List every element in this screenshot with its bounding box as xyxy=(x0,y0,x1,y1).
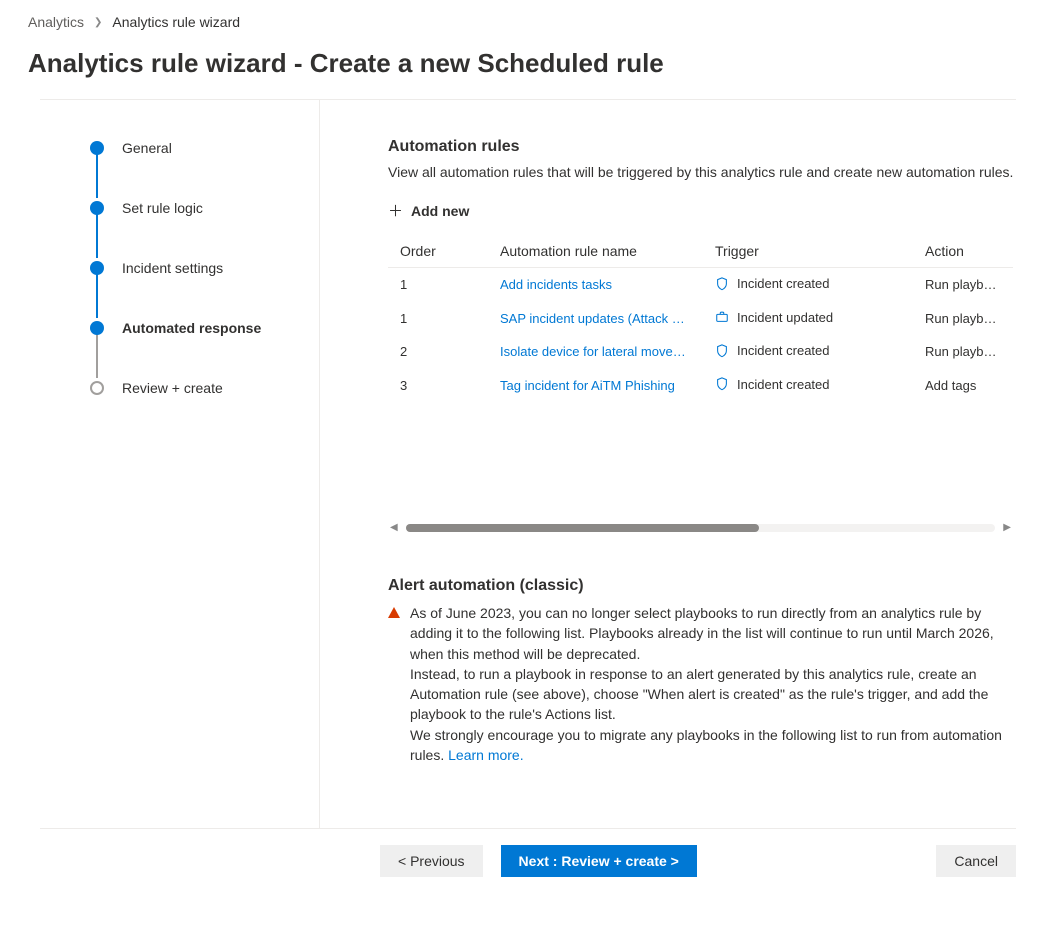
step-dot-icon xyxy=(90,261,104,275)
cell-trigger: Incident updated xyxy=(703,302,913,336)
table-row[interactable]: 1 SAP incident updates (Attack disruptio… xyxy=(388,302,1013,336)
cell-name-link[interactable]: Tag incident for AiTM Phishing xyxy=(488,369,703,403)
cell-name-link[interactable]: SAP incident updates (Attack disruption) xyxy=(488,302,703,336)
col-trigger[interactable]: Trigger xyxy=(703,235,913,268)
add-new-button[interactable]: ＋ Add new xyxy=(388,200,1016,221)
cell-name-link[interactable]: Add incidents tasks xyxy=(488,268,703,302)
previous-button[interactable]: < Previous xyxy=(380,845,483,877)
learn-more-link[interactable]: Learn more. xyxy=(448,747,523,763)
shield-icon xyxy=(715,277,729,291)
chevron-right-icon: ❯ xyxy=(94,17,102,28)
cell-action: Add tags xyxy=(913,369,1013,403)
warning-text: As of June 2023, you can no longer selec… xyxy=(410,603,1013,765)
scroll-left-icon[interactable]: ◀ xyxy=(388,522,400,533)
step-label: Automated response xyxy=(122,320,261,336)
step-dot-icon xyxy=(90,141,104,155)
content-wrap: General Set rule logic Incident settings… xyxy=(40,99,1016,829)
cell-order: 3 xyxy=(388,369,488,403)
step-set-rule-logic[interactable]: Set rule logic xyxy=(90,200,299,216)
automation-rules-table: Order Automation rule name Trigger Actio… xyxy=(388,235,1013,402)
cell-action: Run playbook xyxy=(913,302,1013,336)
step-label: Review + create xyxy=(122,380,223,396)
step-connector xyxy=(96,274,98,318)
table-row[interactable]: 3 Tag incident for AiTM Phishing Inciden… xyxy=(388,369,1013,403)
step-dot-icon xyxy=(90,201,104,215)
step-dot-icon xyxy=(90,381,104,395)
shield-icon xyxy=(715,344,729,358)
breadcrumb: Analytics ❯ Analytics rule wizard xyxy=(0,0,1056,40)
breadcrumb-current: Analytics rule wizard xyxy=(112,14,240,30)
col-action[interactable]: Action xyxy=(913,235,1013,268)
automation-rules-title: Automation rules xyxy=(388,138,1016,156)
cell-trigger: Incident created xyxy=(703,369,913,403)
alert-automation-title: Alert automation (classic) xyxy=(388,577,1013,595)
automation-rules-description: View all automation rules that will be t… xyxy=(388,164,1016,180)
cell-action: Run playbook xyxy=(913,268,1013,302)
warning-icon xyxy=(388,607,400,618)
step-connector xyxy=(96,214,98,258)
scroll-track[interactable] xyxy=(406,524,996,532)
col-order[interactable]: Order xyxy=(388,235,488,268)
cell-order: 1 xyxy=(388,302,488,336)
table-row[interactable]: 1 Add incidents tasks Incident created R… xyxy=(388,268,1013,302)
shield-icon xyxy=(715,377,729,391)
table-row[interactable]: 2 Isolate device for lateral movement ta… xyxy=(388,335,1013,369)
next-button[interactable]: Next : Review + create > xyxy=(501,845,697,877)
briefcase-icon xyxy=(715,310,729,324)
plus-icon: ＋ xyxy=(388,200,403,221)
scroll-thumb[interactable] xyxy=(406,524,760,532)
step-label: General xyxy=(122,140,172,156)
cell-order: 2 xyxy=(388,335,488,369)
main-panel: Automation rules View all automation rul… xyxy=(320,100,1016,828)
horizontal-scrollbar[interactable]: ◀ ▶ xyxy=(388,522,1013,533)
step-label: Set rule logic xyxy=(122,200,203,216)
scroll-right-icon[interactable]: ▶ xyxy=(1001,522,1013,533)
step-incident-settings[interactable]: Incident settings xyxy=(90,260,299,276)
step-connector xyxy=(96,154,98,198)
cancel-button[interactable]: Cancel xyxy=(936,845,1016,877)
cell-action: Run playbook xyxy=(913,335,1013,369)
cell-trigger: Incident created xyxy=(703,335,913,369)
col-name[interactable]: Automation rule name xyxy=(488,235,703,268)
cell-order: 1 xyxy=(388,268,488,302)
add-new-label: Add new xyxy=(411,203,469,219)
cell-name-link[interactable]: Isolate device for lateral movement tag xyxy=(488,335,703,369)
cell-trigger: Incident created xyxy=(703,268,913,302)
step-dot-icon xyxy=(90,321,104,335)
step-connector xyxy=(96,334,98,378)
wizard-stepper: General Set rule logic Incident settings… xyxy=(40,100,320,828)
step-label: Incident settings xyxy=(122,260,223,276)
wizard-footer: < Previous Next : Review + create > Canc… xyxy=(0,829,1056,893)
step-general[interactable]: General xyxy=(90,140,299,156)
step-automated-response[interactable]: Automated response xyxy=(90,320,299,336)
step-review-create[interactable]: Review + create xyxy=(90,380,299,396)
breadcrumb-root[interactable]: Analytics xyxy=(28,14,84,30)
page-title: Analytics rule wizard - Create a new Sch… xyxy=(0,40,1056,99)
